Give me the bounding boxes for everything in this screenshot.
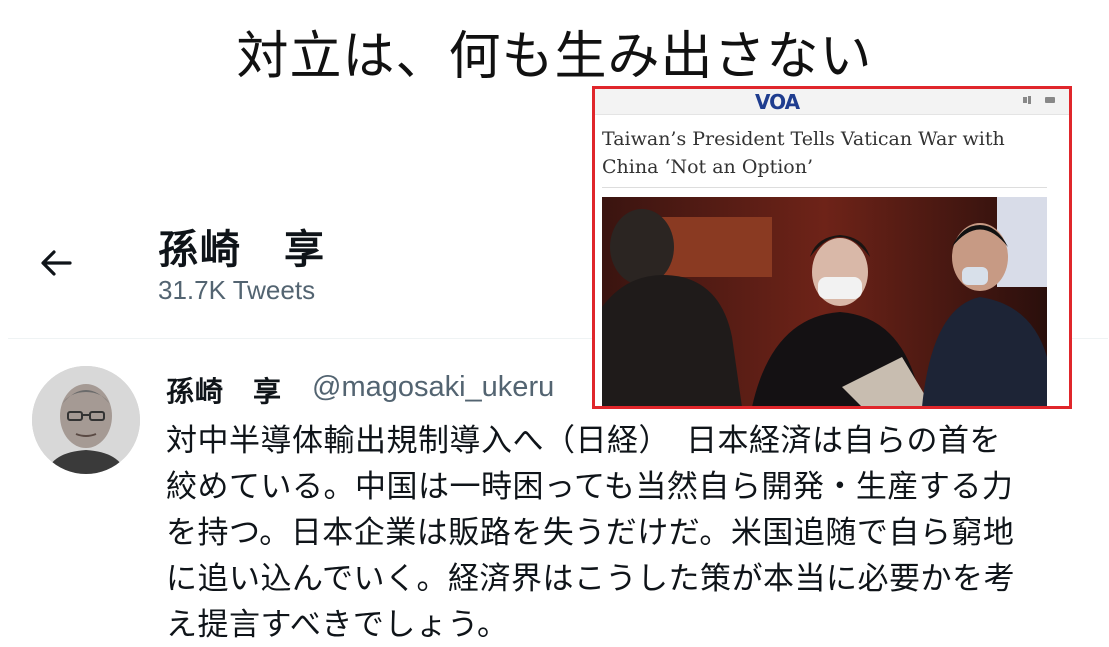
tweet-author-handle[interactable]: @magosaki_ukeru bbox=[312, 371, 554, 404]
profile-name: 孫崎 享 bbox=[158, 227, 326, 273]
voa-headline-line: Taiwan’s President Tells Vatican War wit… bbox=[602, 128, 1005, 150]
tweet-text: 対中半導体輸出規制導入へ（日経） 日本経済は自らの首を 絞めている。中国は一時困… bbox=[166, 418, 1086, 647]
tweet-text-line: を持つ。日本企業は販路を失うだけだ。米国追随で自ら窮地 bbox=[166, 515, 1015, 551]
slide-title: 対立は、何も生み出さない bbox=[236, 27, 873, 87]
voa-topbar-icons bbox=[1023, 95, 1057, 108]
avatar[interactable] bbox=[32, 366, 140, 474]
voa-divider bbox=[602, 187, 1047, 188]
voa-headline-line: China ‘Not an Option’ bbox=[602, 156, 814, 178]
tweet-text-line: に追い込んでいく。経済界はこうした策が本当に必要かを考 bbox=[166, 561, 1015, 597]
news-photo bbox=[602, 197, 1047, 406]
voa-headline[interactable]: Taiwan’s President Tells Vatican War wit… bbox=[602, 125, 1062, 181]
voa-article-inset: VOA Taiwan’s President Tells Vatican War… bbox=[592, 86, 1072, 409]
voa-logo: VOA bbox=[755, 90, 800, 114]
tweet-count: 31.7K Tweets bbox=[158, 275, 316, 305]
tweet-author-name[interactable]: 孫崎 享 bbox=[166, 370, 282, 410]
tweet-text-line: 対中半導体輸出規制導入へ（日経） 日本経済は自らの首を bbox=[166, 423, 1001, 459]
tweet-text-line: 絞めている。中国は一時困っても当然自ら開発・生産する力 bbox=[166, 469, 1014, 505]
tweet-text-line: え提言すべきでしょう。 bbox=[166, 607, 509, 643]
back-arrow-icon[interactable] bbox=[36, 243, 76, 283]
voa-topbar: VOA bbox=[595, 89, 1069, 115]
